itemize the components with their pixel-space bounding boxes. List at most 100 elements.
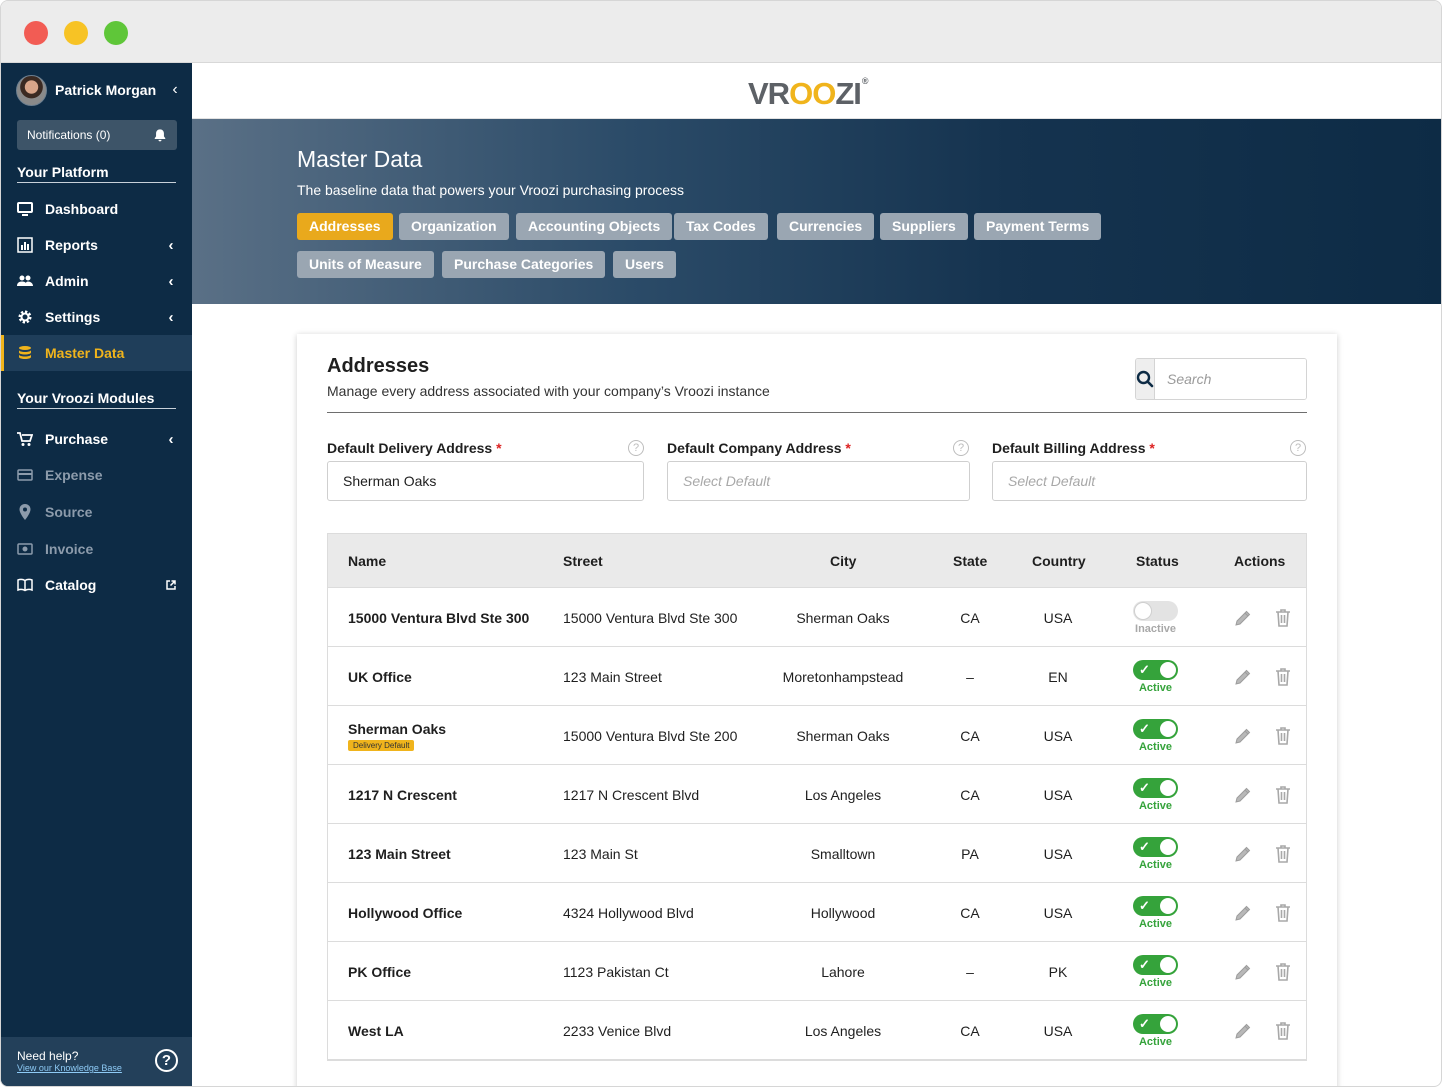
user-profile[interactable]: Patrick Morgan ‹ [16,74,181,106]
country-cell: USA [1043,786,1073,803]
state-cell: – [966,963,974,980]
tab-payment-terms[interactable]: Payment Terms [974,213,1102,240]
help-icon[interactable]: ? [1290,440,1306,456]
trash-icon[interactable] [1273,844,1293,864]
column-header-street[interactable]: Street [563,534,603,588]
sidebar-item-master-data[interactable]: Master Data [1,335,192,371]
sidebar-item-dashboard[interactable]: Dashboard [1,191,192,227]
country-cell: PK [1048,963,1068,980]
pencil-icon[interactable] [1233,903,1253,923]
top-bar: VROOZI® [192,63,1441,119]
sidebar-item-settings[interactable]: Settings ‹ [1,299,192,335]
address-name: Sherman Oaks [348,720,447,737]
actions-cell [1233,588,1293,647]
search-button[interactable] [1136,359,1155,399]
sidebar-item-catalog[interactable]: Catalog [1,567,192,603]
sidebar-item-expense[interactable]: Expense [1,457,192,493]
chevron-left-icon: ‹ [168,236,174,254]
pencil-icon[interactable] [1233,667,1253,687]
country-cell: EN [1048,668,1068,685]
minimize-window-button[interactable] [64,21,88,45]
street-cell: 123 Main St [563,845,638,862]
sidebar-item-invoice[interactable]: Invoice [1,531,192,567]
table-row[interactable]: 1217 N Crescent 1217 N Crescent Blvd Los A… [328,765,1306,824]
checkmark-icon: ✓ [1139,956,1150,972]
trash-icon[interactable] [1273,785,1293,805]
tab-addresses[interactable]: Addresses [297,213,393,240]
status-cell: ✓ Active [1118,765,1193,824]
pencil-icon[interactable] [1233,1021,1253,1041]
tab-organization[interactable]: Organization [399,213,509,240]
actions-cell [1233,765,1293,824]
monitor-icon [17,202,33,216]
search-input[interactable] [1155,359,1306,399]
table-row[interactable]: UK Office 123 Main Street Moretonhampstead… [328,647,1306,706]
pencil-icon[interactable] [1233,844,1253,864]
tab-units-of-measure[interactable]: Units of Measure [297,251,434,278]
status-toggle[interactable]: ✓ [1133,777,1178,798]
trash-icon[interactable] [1273,608,1293,628]
column-header-name[interactable]: Name [348,534,386,588]
trash-icon[interactable] [1273,1021,1293,1041]
trash-icon[interactable] [1273,903,1293,923]
status-toggle[interactable]: ✓ [1133,718,1178,739]
default-billing-select[interactable]: Select Default [992,461,1307,501]
address-name-cell: UK Office [348,647,412,706]
default-delivery-select[interactable]: Sherman Oaks [327,461,644,501]
status-toggle[interactable]: ✓ [1133,895,1178,916]
table-row[interactable]: 15000 Ventura Blvd Ste 300 15000 Ventura … [328,588,1306,647]
status-toggle[interactable] [1133,600,1178,621]
status-toggle[interactable]: ✓ [1133,954,1178,975]
status-toggle[interactable]: ✓ [1133,836,1178,857]
column-header-country[interactable]: Country [1032,534,1086,588]
help-circle-icon[interactable]: ? [155,1049,178,1072]
table-row[interactable]: 123 Main Street 123 Main St Smalltown PA USA… [328,824,1306,883]
chevron-left-icon: ‹ [168,430,174,448]
help-icon[interactable]: ? [628,440,644,456]
tab-accounting-objects[interactable]: Accounting Objects [516,213,673,240]
pencil-icon[interactable] [1233,726,1253,746]
column-header-state[interactable]: State [953,534,987,588]
trash-icon[interactable] [1273,726,1293,746]
vroozi-logo[interactable]: VROOZI® [748,76,868,112]
default-company-select[interactable]: Select Default [667,461,970,501]
collapse-sidebar-icon[interactable]: ‹ [169,81,181,99]
sidebar-item-purchase[interactable]: Purchase ‹ [1,421,192,457]
bell-icon [154,128,166,141]
status-toggle[interactable]: ✓ [1133,659,1178,680]
help-icon[interactable]: ? [953,440,969,456]
state-cell: CA [960,727,980,744]
table-row[interactable]: Hollywood Office 4324 Hollywood Blvd Holly… [328,883,1306,942]
state-cell: CA [960,1022,980,1039]
sidebar-item-source[interactable]: Source [1,494,192,530]
pencil-icon[interactable] [1233,608,1253,628]
avatar [16,74,47,106]
maximize-window-button[interactable] [104,21,128,45]
trash-icon[interactable] [1273,667,1293,687]
city-cell: Los Angeles [804,786,882,803]
chevron-left-icon: ‹ [168,272,174,290]
sidebar-item-admin[interactable]: Admin ‹ [1,263,192,299]
tab-tax-codes[interactable]: Tax Codes [674,213,768,240]
table-row[interactable]: Sherman Oaks Delivery Default 15000 Ventur… [328,706,1306,765]
pencil-icon[interactable] [1233,785,1253,805]
column-header-city[interactable]: City [830,534,856,588]
table-row[interactable]: West LA 2233 Venice Blvd Los Angeles CA USA ✓… [328,1001,1306,1060]
street-cell: 2233 Venice Blvd [563,1022,672,1039]
tab-suppliers[interactable]: Suppliers [880,213,968,240]
table-row[interactable]: PK Office 1123 Pakistan Ct Lahore – PK ✓ Activ… [328,942,1306,1001]
status-cell: ✓ Active [1118,942,1193,1001]
tab-currencies[interactable]: Currencies [777,213,875,240]
tab-purchase-categories[interactable]: Purchase Categories [442,251,606,278]
trash-icon[interactable] [1273,962,1293,982]
sidebar-item-reports[interactable]: Reports ‹ [1,227,192,263]
knowledge-base-link[interactable]: View our Knowledge Base [17,1063,176,1073]
sidebar-item-label: Master Data [45,345,125,361]
status-toggle[interactable]: ✓ [1133,1013,1178,1034]
address-name-cell: 15000 Ventura Blvd Ste 300 [348,588,529,647]
tab-users[interactable]: Users [613,251,676,278]
pencil-icon[interactable] [1233,962,1253,982]
notifications-button[interactable]: Notifications (0) [17,120,177,150]
column-header-status: Status [1136,553,1179,569]
close-window-button[interactable] [24,21,48,45]
